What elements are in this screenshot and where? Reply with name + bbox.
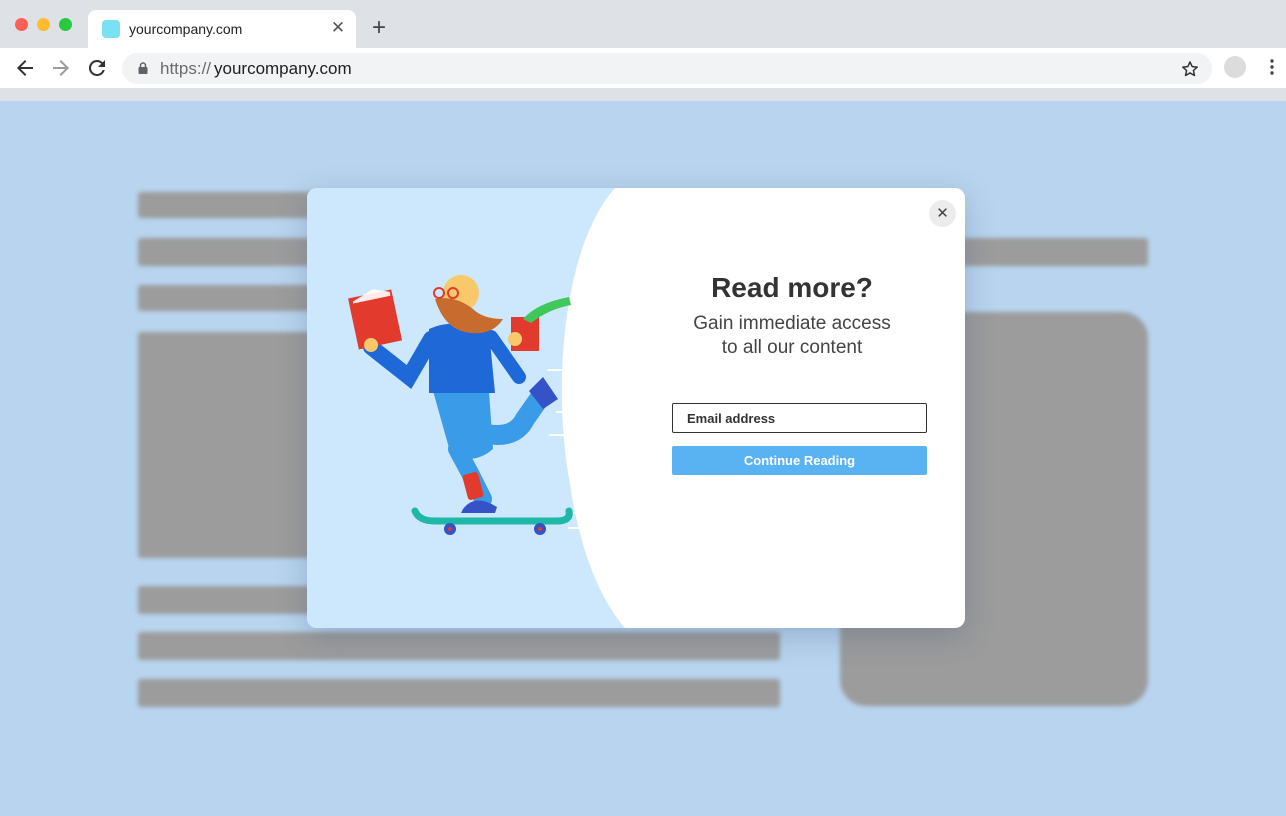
browser-titlebar: yourcompany.com ✕ + bbox=[0, 0, 1286, 48]
new-tab-button[interactable]: + bbox=[368, 16, 390, 40]
continue-reading-button[interactable]: Continue Reading bbox=[672, 446, 927, 475]
browser-tab[interactable]: yourcompany.com ✕ bbox=[88, 10, 356, 48]
favicon-icon bbox=[102, 20, 120, 38]
profile-avatar[interactable] bbox=[1224, 56, 1246, 78]
star-icon[interactable] bbox=[1180, 59, 1200, 79]
browser-toolbar: https:// yourcompany.com bbox=[0, 48, 1286, 89]
close-window-button[interactable] bbox=[15, 18, 28, 31]
skateboarder-reading-illustration bbox=[348, 275, 583, 535]
kebab-menu-icon[interactable] bbox=[1262, 57, 1282, 77]
modal-subtitle-line: Gain immediate access bbox=[693, 313, 891, 334]
url-host: yourcompany.com bbox=[214, 59, 352, 78]
reload-icon[interactable] bbox=[85, 56, 109, 80]
forward-arrow-icon[interactable] bbox=[49, 56, 73, 80]
tab-title: yourcompany.com bbox=[129, 21, 243, 37]
minimize-window-button[interactable] bbox=[37, 18, 50, 31]
lock-icon bbox=[138, 62, 148, 74]
modal-title: Read more? bbox=[711, 272, 873, 303]
email-field[interactable] bbox=[672, 403, 927, 433]
placeholder-line bbox=[138, 632, 780, 660]
url-scheme: https:// bbox=[160, 59, 212, 78]
modal-subtitle-line: to all our content bbox=[721, 337, 863, 358]
modal-subtitle: Gain immediate access to all our content bbox=[652, 312, 932, 360]
address-bar[interactable]: https:// yourcompany.com bbox=[122, 53, 1212, 84]
tab-close-icon[interactable]: ✕ bbox=[328, 18, 348, 38]
placeholder-line bbox=[138, 679, 780, 707]
back-arrow-icon[interactable] bbox=[13, 56, 37, 80]
modal-close-button[interactable]: ✕ bbox=[929, 200, 956, 227]
read-more-modal: ✕ Read more? Gain immediate access to al… bbox=[307, 188, 965, 628]
maximize-window-button[interactable] bbox=[59, 18, 72, 31]
